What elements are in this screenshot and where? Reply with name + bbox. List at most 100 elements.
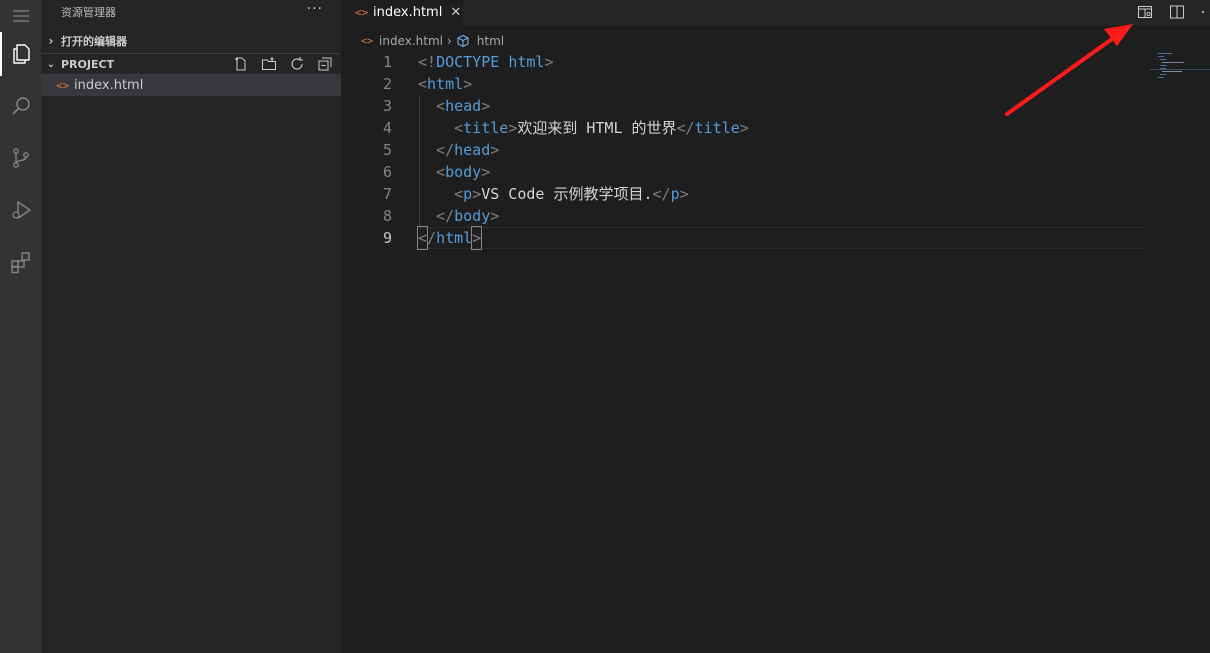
code-token: > — [490, 141, 500, 159]
code-line[interactable]: 5 </head> — [341, 139, 1146, 161]
activity-bar — [0, 0, 41, 653]
code-token: < — [416, 226, 429, 250]
code-token: > — [481, 97, 491, 115]
code-line[interactable]: 6 <body> — [341, 161, 1146, 183]
code-token: > — [471, 226, 483, 250]
code-token: > — [472, 185, 482, 203]
breadcrumb-file[interactable]: index.html — [379, 34, 443, 48]
code-token: < — [418, 119, 464, 137]
line-source: <html> — [418, 73, 472, 95]
file-item-label: index.html — [74, 77, 144, 93]
code-line[interactable]: 8 </body> — [341, 205, 1146, 227]
code-token: head — [454, 141, 491, 159]
source-control-icon — [12, 148, 29, 168]
code-token: body — [454, 207, 491, 225]
open-preview-button[interactable] — [1136, 3, 1154, 21]
hamburger-icon — [12, 10, 29, 22]
line-number: 9 — [382, 229, 392, 247]
close-icon[interactable]: ✕ — [450, 5, 461, 20]
symbol-icon — [456, 34, 472, 48]
html-file-icon: <> — [355, 6, 369, 19]
collapse-all-icon — [318, 57, 332, 71]
new-folder-icon — [262, 57, 276, 70]
explorer-sidebar: 资源管理器 ··· › 打开的编辑器 ⌄ PROJECT <> index.ht… — [41, 0, 341, 653]
code-line[interactable]: 9 </html> — [341, 226, 1146, 250]
code-token: html — [427, 75, 464, 93]
chevron-right-icon: › — [446, 34, 452, 48]
search-icon — [11, 97, 30, 115]
html-file-icon: <> — [361, 35, 374, 47]
code-token: VS Code 示例教学项目. — [481, 185, 653, 203]
search-button[interactable] — [0, 84, 41, 128]
minimap[interactable] — [1150, 51, 1210, 91]
refresh-button[interactable] — [289, 56, 305, 72]
open-editors-label: 打开的编辑器 — [61, 35, 127, 48]
collapse-all-button[interactable] — [317, 56, 333, 72]
line-source: </html> — [416, 226, 483, 250]
line-number: 7 — [382, 185, 392, 203]
editor-area: <> index.html ✕ <> index.html › html 1 <!… — [341, 0, 1210, 653]
line-number: 6 — [382, 163, 392, 181]
tab-index-html[interactable]: <> index.html ✕ — [341, 0, 463, 25]
line-number: 3 — [382, 97, 392, 115]
code-line[interactable]: 1 <!DOCTYPE html> — [341, 51, 1146, 73]
code-token: title — [463, 119, 509, 137]
file-item-index-html[interactable]: <> index.html — [41, 74, 341, 96]
breadcrumb: <> index.html › html — [341, 31, 504, 51]
sidebar-title: 资源管理器 — [61, 6, 116, 19]
code-token: > — [544, 53, 554, 71]
new-folder-button[interactable] — [261, 56, 277, 72]
project-label: PROJECT — [61, 58, 115, 71]
code-token: DOCTYPE — [436, 53, 500, 71]
code-token: / — [427, 229, 437, 247]
code-token: title — [694, 119, 740, 137]
line-source: <body> — [418, 161, 490, 183]
line-source: </head> — [418, 139, 499, 161]
more-editor-actions-button[interactable] — [1200, 3, 1206, 21]
code-line[interactable]: 7 <p>VS Code 示例教学项目.</p> — [341, 183, 1146, 205]
code-token: < — [418, 185, 464, 203]
breadcrumb-symbol[interactable]: html — [477, 34, 504, 48]
code-editor[interactable]: 1 <!DOCTYPE html> 2 <html> 3 <head> 4 <title>… — [341, 51, 1146, 250]
refresh-icon — [291, 57, 303, 70]
source-control-button[interactable] — [0, 136, 41, 180]
line-number: 8 — [382, 207, 392, 225]
new-file-icon — [235, 57, 246, 71]
code-line[interactable]: 3 <head> — [341, 95, 1146, 117]
code-token: </ — [418, 141, 455, 159]
run-debug-button[interactable] — [0, 188, 41, 232]
explorer-button[interactable] — [0, 32, 41, 76]
tab-bar: <> index.html ✕ — [341, 0, 1210, 25]
project-actions — [233, 56, 333, 72]
new-file-button[interactable] — [233, 56, 249, 72]
code-line[interactable]: 4 <title>欢迎来到 HTML 的世界</title> — [341, 117, 1146, 139]
run-debug-icon — [11, 201, 31, 219]
editor-actions — [1136, 3, 1210, 21]
chevron-down-icon: ⌄ — [46, 59, 56, 70]
code-token: html — [436, 229, 473, 247]
code-token: < — [418, 75, 428, 93]
line-number: 1 — [382, 53, 392, 71]
line-source: <p>VS Code 示例教学项目.</p> — [418, 183, 689, 205]
split-editor-icon — [1170, 5, 1184, 19]
code-token: p — [670, 185, 680, 203]
open-editors-section[interactable]: › 打开的编辑器 — [41, 30, 341, 52]
code-line[interactable]: 2 <html> — [341, 73, 1146, 95]
extensions-button[interactable] — [0, 240, 41, 284]
code-token: html — [508, 53, 545, 71]
tab-label: index.html — [373, 5, 443, 20]
files-icon — [12, 44, 30, 64]
project-section[interactable]: ⌄ PROJECT — [41, 53, 341, 75]
code-token: </ — [652, 185, 671, 203]
open-preview-icon — [1138, 6, 1152, 18]
line-source: <title>欢迎来到 HTML 的世界</title> — [418, 117, 749, 139]
split-editor-button[interactable] — [1168, 3, 1186, 21]
more-actions-button[interactable]: ··· — [307, 1, 323, 17]
code-token: < — [418, 163, 446, 181]
code-token: < — [418, 97, 446, 115]
line-source: <!DOCTYPE html> — [418, 51, 553, 73]
ellipsis-icon — [1202, 11, 1204, 13]
code-token: > — [463, 75, 473, 93]
extensions-icon — [10, 252, 30, 274]
